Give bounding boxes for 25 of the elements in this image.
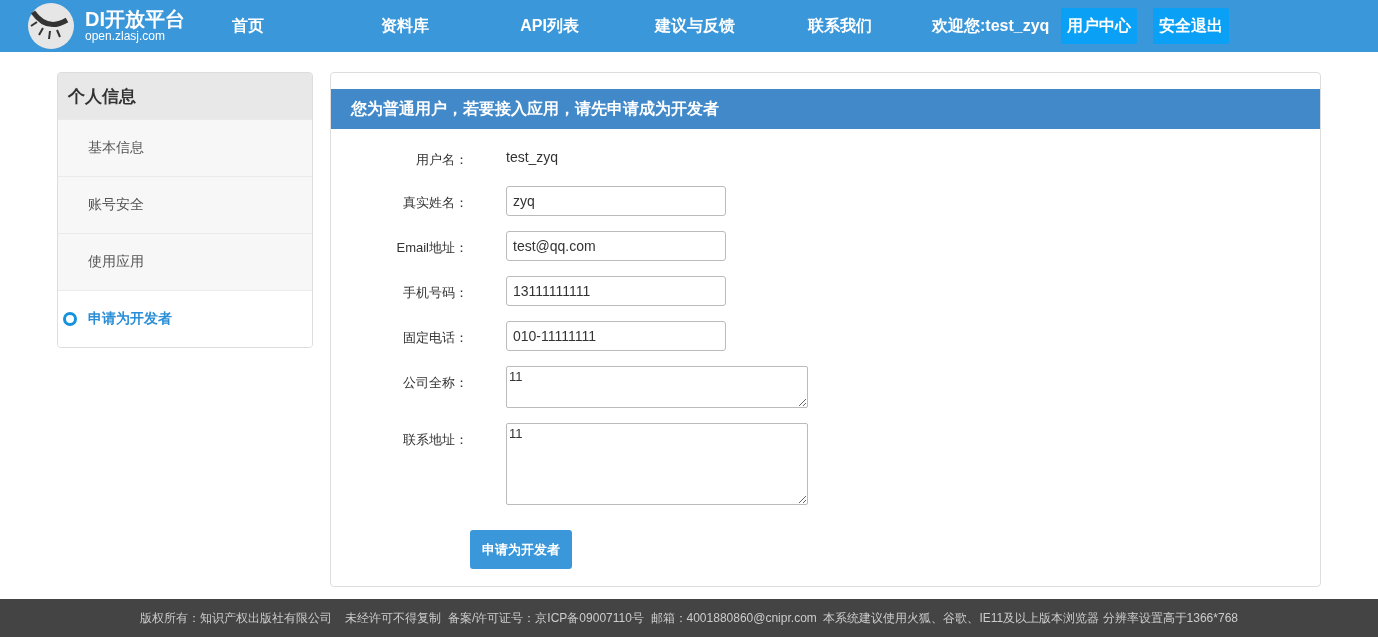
field-label: 手机号码：: [402, 284, 468, 302]
field-label: 用户名：: [415, 151, 468, 169]
panel-heading: 您为普通用户，若要接入应用，请先申请成为开发者: [331, 89, 1320, 129]
footer-text: 版权所有：知识产权出版社有限公司 未经许可不得复制 备案/许可证号：京ICP备09007110号 邮箱：4001880860@cnipr.com 本系统建议使用火狐、谷歌、IE11及以上版本浏览器 分辨率设置高于1366*768: [140, 609, 1238, 627]
radio-dot-icon: [63, 312, 77, 326]
field-value: test_zyq: [506, 148, 559, 167]
input-field[interactable]: 010-11111111: [506, 321, 726, 351]
logo-subtitle: open.zlasj.com: [85, 30, 167, 44]
input-field[interactable]: test@qq.com: [506, 231, 726, 261]
textarea-field[interactable]: 11: [506, 423, 808, 505]
input-field[interactable]: zyq: [506, 186, 726, 216]
field-label: 联系地址：: [402, 431, 468, 449]
sidebar-item[interactable]: 申请为开发者: [58, 290, 312, 347]
field-label: 真实姓名：: [402, 194, 468, 212]
sidebar-item[interactable]: 基本信息: [58, 119, 312, 176]
logo-title: DI开放平台: [85, 8, 185, 31]
field-label: Email地址：: [395, 239, 468, 257]
input-field[interactable]: 13111111111: [506, 276, 726, 306]
sidebar-item[interactable]: 账号安全: [58, 176, 312, 233]
sidebar-title: 个人信息: [58, 73, 312, 119]
welcome-text: 欢迎您:test_zyq: [932, 15, 1050, 36]
textarea-field[interactable]: 11: [506, 366, 808, 408]
logo-icon: [27, 2, 75, 50]
field-label: 公司全称：: [402, 374, 468, 392]
field-label: 固定电话：: [402, 329, 468, 347]
